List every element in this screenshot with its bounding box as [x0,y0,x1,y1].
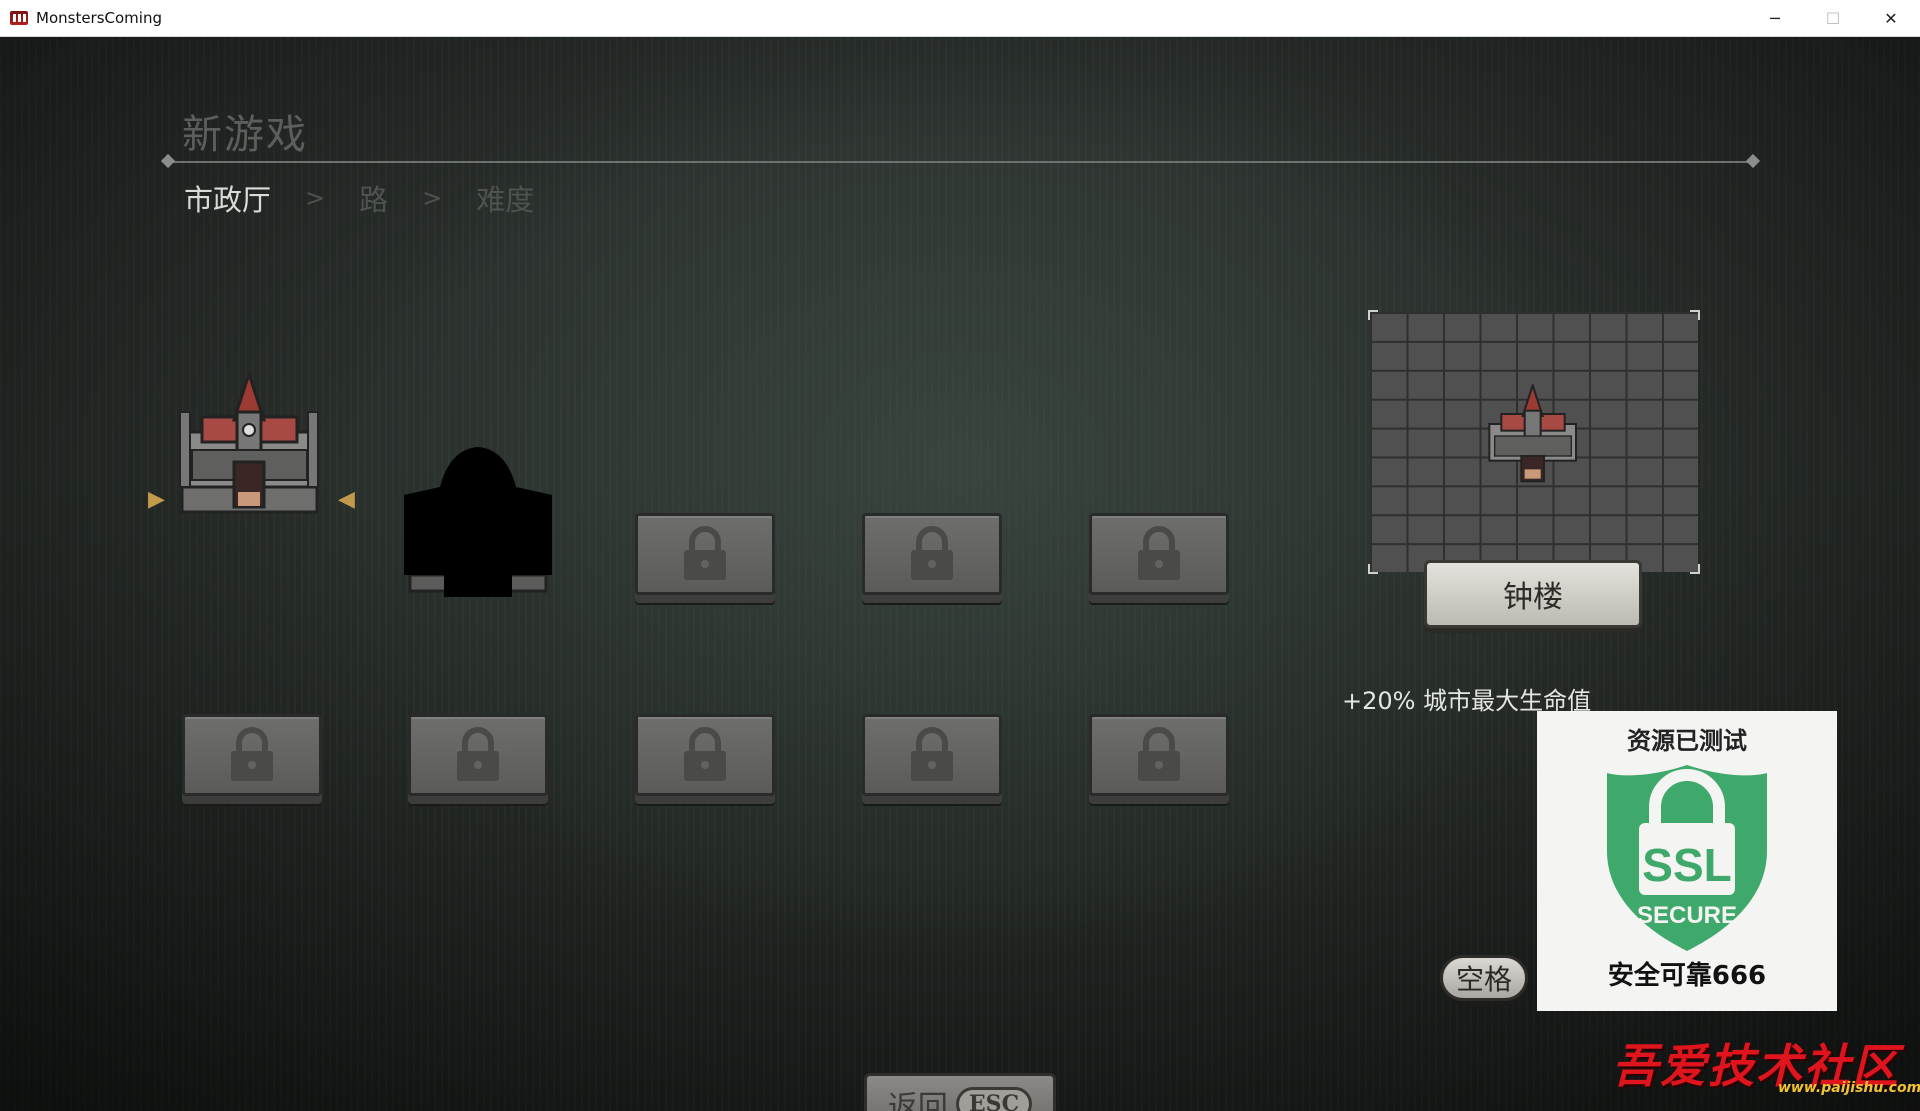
grid-corner [1368,310,1378,320]
divider-left-diamond [160,153,176,169]
town-hall-icon [179,369,319,514]
building-name: 钟楼 [1503,580,1563,615]
minimize-button[interactable]: ─ [1746,0,1804,37]
ssl-badge-title: 资源已测试 [1627,727,1747,755]
ssl-badge-overlay: 资源已测试 SSL SECURE 安全可靠666 [1537,711,1837,1011]
ssl-shield-icon: SSL SECURE [1607,765,1767,951]
close-button[interactable]: ✕ [1862,0,1920,37]
step-town-hall[interactable]: 市政厅 [184,177,271,219]
unknown-building-icon [404,447,552,597]
ssl-badge-footer: 安全可靠666 [1607,961,1767,991]
selector-left-arrow-icon: ▶ [148,487,165,512]
esc-key-hint: ESC [955,1087,1033,1111]
lock-icon [684,727,726,781]
lock-icon [457,727,499,781]
building-tile-locked[interactable] [862,513,1002,595]
back-button[interactable]: 返回 ESC [864,1073,1056,1111]
building-tile-locked[interactable] [862,714,1002,796]
building-tile-locked[interactable] [635,714,775,796]
lock-icon [684,526,726,580]
back-button-label: 返回 [887,1090,948,1111]
page-title: 新游戏 [182,112,308,158]
lock-icon [1138,526,1180,580]
building-tile-town-hall[interactable] [172,369,327,522]
building-tile-locked[interactable] [1089,513,1229,595]
lock-icon [1138,727,1180,781]
building-tile-silhouette[interactable] [400,447,556,597]
grid-corner [1690,564,1700,574]
lock-icon [911,526,953,580]
grid-corner [1690,310,1700,320]
ssl-shield-sublabel: SECURE [1637,902,1737,929]
lock-icon [231,727,273,781]
building-name-banner: 钟楼 [1424,560,1642,628]
window-titlebar: MonstersComing ─ ☐ ✕ [0,0,1920,37]
watermark-url: www.paijishu.com [1778,1080,1920,1096]
window-controls: ─ ☐ ✕ [1746,0,1920,37]
maximize-button[interactable]: ☐ [1804,0,1862,37]
step-separator: > [422,184,443,212]
ssl-shield-label: SSL [1642,839,1731,891]
window-title: MonstersComing [36,9,162,27]
building-tile-locked[interactable] [182,714,322,796]
building-preview-grid [1368,310,1700,574]
town-hall-preview-icon [1488,384,1577,483]
building-tile-locked[interactable] [408,714,548,796]
selector-right-arrow-icon: ◀ [338,487,355,512]
step-breadcrumb: 市政厅 > 路 > 难度 [184,177,534,219]
step-difficulty[interactable]: 难度 [476,177,534,219]
space-confirm-button[interactable]: 空格 [1440,955,1528,1001]
building-tile-locked[interactable] [635,513,775,595]
building-tile-locked[interactable] [1089,714,1229,796]
title-divider [160,153,1761,169]
grid-corner [1368,564,1378,574]
step-separator: > [305,184,326,212]
app-icon [10,11,28,25]
lock-icon [911,727,953,781]
divider-right-diamond [1745,153,1761,169]
game-viewport: 新游戏 市政厅 > 路 > 难度 ▶ ◀ 钟楼 +20% 城市最大生命值 空格 … [0,37,1920,1111]
step-road[interactable]: 路 [359,177,388,219]
